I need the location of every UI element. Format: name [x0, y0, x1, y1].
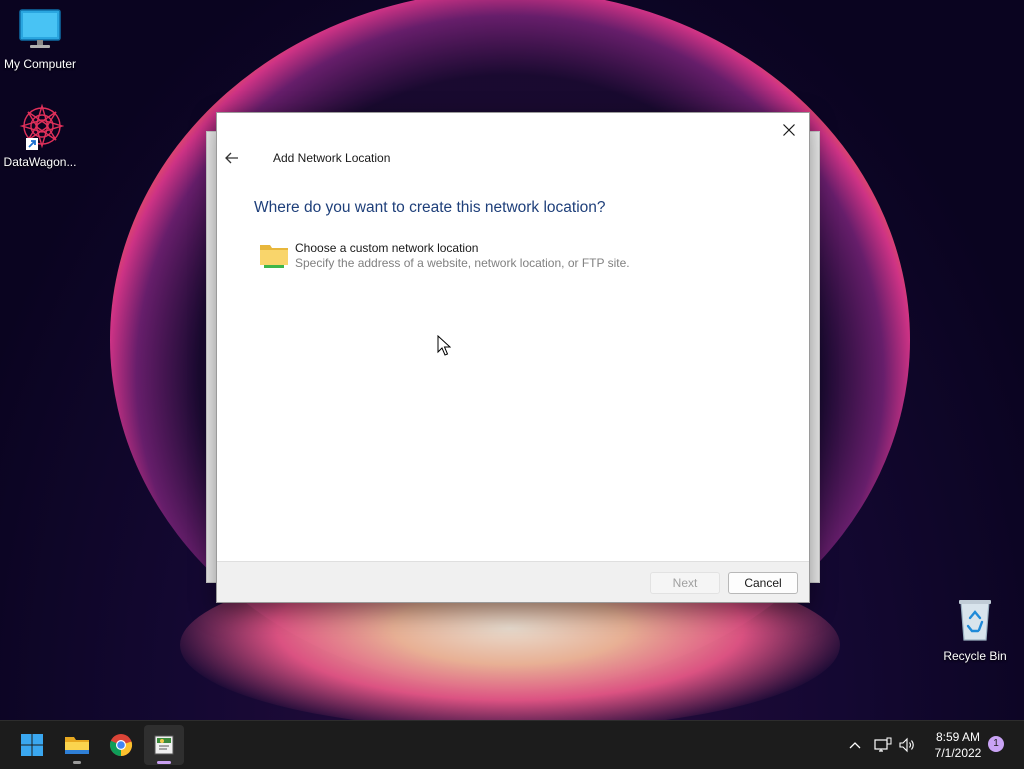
running-indicator — [73, 761, 81, 764]
custom-network-location-option[interactable]: Choose a custom network location Specify… — [257, 237, 637, 273]
dialog-title: Add Network Location — [273, 151, 391, 165]
desktop-icon-label: My Computer — [3, 57, 77, 71]
folder-icon — [260, 245, 288, 268]
chevron-up-icon — [849, 742, 861, 749]
desktop-icon-my-computer[interactable]: My Computer — [0, 8, 80, 71]
network-icon — [874, 737, 892, 752]
taskbar-network-wizard[interactable] — [144, 725, 184, 765]
close-button[interactable] — [775, 117, 803, 143]
volume-button[interactable] — [896, 721, 918, 769]
dialog-question: Where do you want to create this network… — [254, 199, 606, 216]
chrome-icon — [109, 734, 133, 757]
monitor-icon — [19, 9, 61, 48]
clock-date: 7/1/2022 — [934, 746, 982, 760]
close-icon — [783, 124, 795, 136]
next-button[interactable]: Next — [650, 572, 720, 594]
show-hidden-icons-button[interactable] — [844, 721, 866, 769]
taskbar-chrome[interactable] — [101, 725, 141, 765]
clock[interactable]: 8:59 AM 7/1/2022 — [926, 729, 990, 761]
taskbar-file-explorer[interactable] — [57, 725, 97, 765]
desktop-icon-recycle-bin[interactable]: Recycle Bin — [935, 598, 1015, 663]
cancel-button[interactable]: Cancel — [728, 572, 798, 594]
notification-badge[interactable]: 1 — [988, 736, 1004, 752]
start-button[interactable] — [12, 725, 52, 765]
back-arrow-icon — [225, 152, 238, 164]
file-explorer-icon — [65, 737, 89, 754]
network-wizard-icon — [154, 735, 174, 755]
taskbar: 8:59 AM 7/1/2022 — [0, 720, 1024, 769]
speaker-icon — [899, 737, 914, 753]
start-icon — [21, 734, 43, 756]
option-description: Specify the address of a website, networ… — [295, 256, 630, 270]
network-status-button[interactable] — [872, 721, 894, 769]
dialog-footer: Next Cancel — [217, 561, 809, 602]
desktop-icon-datawagon[interactable]: DataWagon... — [0, 103, 80, 169]
clock-time: 8:59 AM — [935, 730, 981, 744]
option-title: Choose a custom network location — [295, 241, 479, 255]
recycle-bin-icon — [959, 600, 991, 641]
active-indicator — [157, 761, 171, 764]
add-network-location-dialog: Add Network Location Where do you want t… — [216, 112, 810, 603]
desktop-icon-label: Recycle Bin — [943, 649, 1007, 663]
mouse-cursor-icon — [437, 335, 451, 356]
desktop-icon-label: DataWagon... — [3, 155, 77, 169]
datawagon-icon — [19, 103, 65, 150]
back-button[interactable] — [221, 147, 243, 169]
